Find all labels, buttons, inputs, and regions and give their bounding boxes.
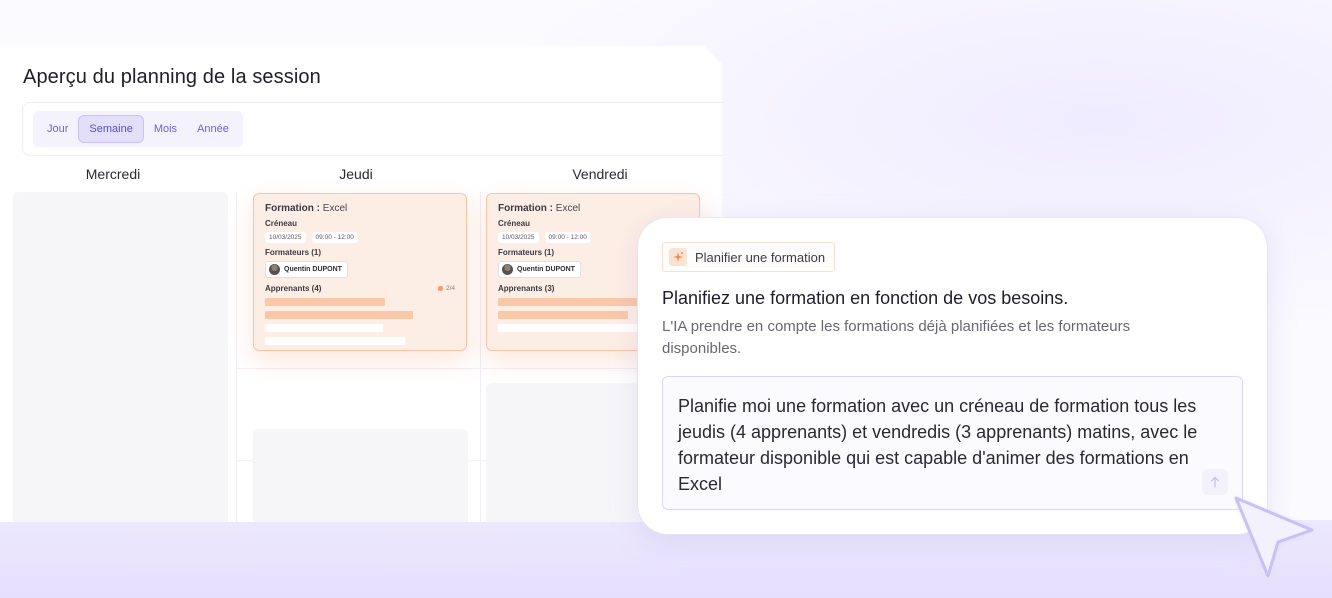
tab-semaine[interactable]: Semaine xyxy=(78,115,144,143)
person-icon xyxy=(437,286,443,291)
event-formation: Formation : Excel xyxy=(498,203,581,214)
planning-panel: Aperçu du planning de la session Jour Se… xyxy=(0,46,722,522)
event-learners-label: Apprenants (4) xyxy=(265,284,322,293)
day-header-jeudi: Jeudi xyxy=(339,166,373,182)
tab-mois[interactable]: Mois xyxy=(144,116,187,142)
ai-heading: Planifiez une formation en fonction de v… xyxy=(662,288,1069,308)
grid-divider xyxy=(236,192,237,522)
event-formation: Formation : Excel xyxy=(265,203,348,214)
day-column-mercredi[interactable] xyxy=(13,192,228,522)
avatar xyxy=(269,264,280,275)
learner-placeholder xyxy=(265,337,405,345)
day-header-mercredi: Mercredi xyxy=(85,166,141,182)
planning-title: Aperçu du planning de la session xyxy=(23,66,321,88)
event-time: 09:00 - 12:00 xyxy=(311,232,358,243)
feature-tag: Planifier une formation xyxy=(662,242,836,272)
sparkle-icon xyxy=(669,248,687,266)
learner-count-badge: 2/4 xyxy=(437,285,455,292)
view-tabs: Jour Semaine Mois Année xyxy=(33,111,243,147)
event-trainers-label: Formateurs (1) xyxy=(265,248,322,257)
prompt-text[interactable]: Planifie moi une formation avec un créne… xyxy=(678,393,1198,497)
trainer-chip[interactable]: Quentin DUPONT xyxy=(265,261,348,278)
event-date: 10/03/2025 xyxy=(265,232,306,243)
empty-slot[interactable] xyxy=(253,429,468,522)
learner-placeholder xyxy=(498,311,628,319)
event-date: 10/03/2025 xyxy=(498,232,539,243)
grid-divider xyxy=(480,192,481,522)
learner-placeholder xyxy=(265,311,413,319)
day-header-vendredi: Vendredi xyxy=(572,166,628,182)
tab-jour[interactable]: Jour xyxy=(37,116,78,142)
learner-placeholder xyxy=(265,324,383,332)
arrow-up-icon xyxy=(1210,476,1220,488)
tab-annee[interactable]: Année xyxy=(187,116,239,142)
view-switcher-container: Jour Semaine Mois Année xyxy=(22,102,722,156)
event-slot-label: Créneau xyxy=(265,219,298,228)
event-learners-label: Apprenants (3) xyxy=(498,284,555,293)
event-card-jeudi[interactable]: Formation : Excel Créneau 10/03/2025 09:… xyxy=(253,193,467,351)
prompt-input[interactable]: Planifie moi une formation avec un créne… xyxy=(662,376,1243,510)
learner-placeholder xyxy=(265,298,385,306)
event-time: 09:00 - 12:00 xyxy=(544,232,591,243)
avatar xyxy=(502,264,513,275)
trainer-chip[interactable]: Quentin DUPONT xyxy=(498,261,581,278)
pointer-cursor-icon xyxy=(1234,496,1314,578)
ai-description: L'IA prendre en compte les formations dé… xyxy=(662,318,1131,357)
ai-planning-card: Planifier une formation Planifiez une fo… xyxy=(638,218,1267,534)
